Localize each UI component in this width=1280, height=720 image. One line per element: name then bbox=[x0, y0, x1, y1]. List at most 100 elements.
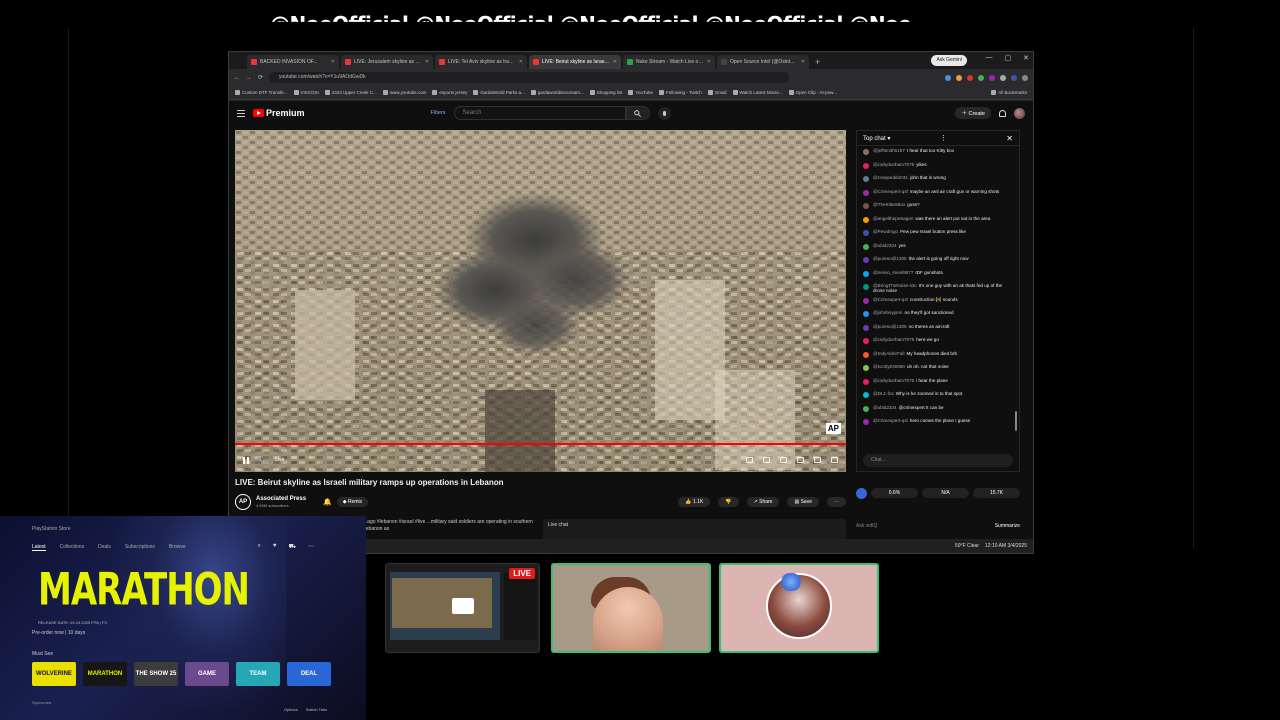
share-button[interactable]: ↗ Share bbox=[746, 497, 780, 507]
extension-icon[interactable] bbox=[956, 74, 962, 81]
ps-tab-collections[interactable]: Collections bbox=[60, 544, 84, 551]
game-tile[interactable]: TEAM bbox=[236, 662, 280, 686]
chat-user-avatar[interactable] bbox=[863, 324, 869, 331]
tab-0[interactable]: BACKED INVASION OF... ✕ bbox=[247, 55, 339, 69]
extension-icon[interactable] bbox=[989, 74, 995, 81]
subtitles-icon[interactable] bbox=[763, 457, 770, 463]
youtube-logo[interactable]: Premium bbox=[253, 108, 305, 118]
bookmark-item[interactable]: Shopping list bbox=[589, 90, 622, 95]
chat-user-avatar[interactable] bbox=[863, 243, 869, 250]
dislike-button[interactable]: 👎 bbox=[718, 497, 739, 507]
url-field[interactable]: youtube.com/watch?v=Y1u9AOdGwDk bbox=[269, 72, 790, 83]
search-input[interactable]: Search bbox=[453, 106, 626, 120]
webcam-tile-guest[interactable] bbox=[719, 563, 879, 653]
chat-message[interactable]: @IndyAlderFall My headphones died brb bbox=[863, 351, 1013, 365]
bookmark-item[interactable]: Following - Twitch bbox=[659, 90, 702, 95]
extension-icon[interactable] bbox=[1011, 74, 1017, 81]
miniplayer-icon[interactable] bbox=[797, 457, 804, 463]
chat-username[interactable]: @johnboyjonn bbox=[873, 310, 902, 315]
bookmark-item[interactable]: esports jersey bbox=[432, 90, 467, 95]
bookmark-item[interactable]: 2323 Upper Creek C... bbox=[324, 90, 377, 95]
chat-scrollbar[interactable] bbox=[1015, 411, 1017, 431]
webcam-tile-streamer[interactable] bbox=[551, 563, 711, 653]
extension-icon[interactable] bbox=[978, 74, 984, 81]
chat-user-avatar[interactable] bbox=[863, 189, 869, 196]
minimize-button[interactable]: — bbox=[986, 54, 993, 62]
chat-user-avatar[interactable] bbox=[863, 419, 869, 425]
chat-message[interactable]: @pureso@1305 the alert is going off right… bbox=[863, 256, 1013, 270]
forward-icon[interactable]: → bbox=[246, 75, 252, 81]
chat-username[interactable]: @carlydunham7075 bbox=[873, 337, 914, 342]
wishlist-heart-icon[interactable]: ♥ bbox=[273, 543, 277, 551]
tab-5[interactable]: Open Source Intel (@Osint... ✕ bbox=[717, 55, 809, 69]
chat-username[interactable]: @angelthepretagen bbox=[873, 216, 913, 221]
back-icon[interactable]: ← bbox=[234, 75, 240, 81]
chat-username[interactable]: @TheKittenBox bbox=[873, 202, 905, 207]
chat-message[interactable]: @Crimexpert-q4l maybe an anti air craft g… bbox=[863, 189, 1013, 203]
pause-button[interactable] bbox=[243, 456, 249, 464]
chat-username[interactable]: @nesso_snesl8877 bbox=[873, 270, 913, 275]
ps-tab-deals[interactable]: Deals bbox=[98, 544, 111, 551]
chat-username[interactable]: @pureso@1305 bbox=[873, 256, 907, 261]
chat-message[interactable]: @cosepeddo031 john that is wrong bbox=[863, 175, 1013, 189]
channel-avatar[interactable]: AP bbox=[235, 494, 251, 510]
game-tile[interactable]: WOLVERINE bbox=[32, 662, 76, 686]
chat-message[interactable]: @jeffsmith6187 I hear that too Kitty box bbox=[863, 148, 1013, 162]
vidiq-icon[interactable] bbox=[856, 487, 867, 499]
voice-search-button[interactable] bbox=[657, 106, 671, 120]
chat-username[interactable]: @ubid2324 bbox=[873, 405, 897, 410]
like-button[interactable]: 👍 1.1K bbox=[678, 497, 711, 507]
chat-username[interactable]: @scotty040660 bbox=[873, 364, 905, 369]
chat-message[interactable]: @DL1-fox Why is he zoomed in to that spot bbox=[863, 391, 1013, 405]
tab-1[interactable]: LIVE: Jerusalem skyline as Isr... ✕ bbox=[341, 55, 433, 69]
maximize-button[interactable]: ▢ bbox=[1005, 54, 1012, 62]
tab-4[interactable]: Nuke Stream - Watch Live on K... ✕ bbox=[623, 55, 715, 69]
theater-mode-icon[interactable] bbox=[814, 457, 821, 463]
ps-tab-subscriptions[interactable]: Subscriptions bbox=[125, 544, 155, 551]
bookmark-item[interactable]: YouTube bbox=[628, 90, 653, 95]
bookmark-item[interactable]: Gmail bbox=[707, 90, 727, 95]
remix-button[interactable]: ◆ Remix bbox=[336, 497, 369, 507]
chat-message[interactable]: @carlydunham7075 here we go bbox=[863, 337, 1013, 351]
chat-message[interactable]: @scotty040660 uh oh. not that noise bbox=[863, 364, 1013, 378]
chat-message[interactable]: @Crimexpert-q4l hero comes the plane I gu… bbox=[863, 418, 1013, 432]
tab-3-active[interactable]: LIVE: Beirut skyline as Israeli... ✕ bbox=[529, 55, 621, 69]
ask-vidiq-input[interactable]: Ask vidIQ bbox=[856, 523, 877, 529]
search-button[interactable] bbox=[625, 106, 650, 120]
bookmark-item[interactable]: www.youtube.com bbox=[382, 90, 426, 95]
clock[interactable]: 12:10 AM 3/4/2025 bbox=[985, 543, 1027, 549]
game-tile[interactable]: THE SHOW 25 bbox=[134, 662, 178, 686]
chat-user-avatar[interactable] bbox=[863, 230, 869, 236]
chat-message[interactable]: @johnboyjonn no they'll got sanctioned bbox=[863, 310, 1013, 324]
chat-username[interactable]: @jeffsmith6187 bbox=[873, 148, 905, 153]
chat-message[interactable]: @angelthepretagen was there an alert put … bbox=[863, 216, 1013, 230]
chat-input[interactable]: Chat... bbox=[863, 454, 1013, 467]
bookmark-item[interactable]: Custom DTF Transfe... bbox=[235, 90, 288, 95]
channel-name[interactable]: Associated Press bbox=[256, 496, 306, 503]
profile-icon[interactable] bbox=[1022, 74, 1028, 81]
create-button[interactable]: ＋ Create bbox=[955, 107, 991, 119]
chat-message[interactable]: @nesso_snesl8877 IDF gunshots bbox=[863, 270, 1013, 284]
chat-user-avatar[interactable] bbox=[863, 378, 869, 385]
search-icon[interactable]: ⌕ bbox=[258, 543, 261, 551]
summarize-button[interactable]: Summarize bbox=[995, 523, 1020, 529]
tab-2[interactable]: LIVE: Tel Aviv skyline as Iran m... ✕ bbox=[435, 55, 527, 69]
chat-username[interactable]: @Crimexpert-q4l bbox=[873, 297, 908, 302]
close-window-button[interactable]: ✕ bbox=[1023, 54, 1029, 62]
fullscreen-icon[interactable] bbox=[831, 457, 838, 463]
chat-user-avatar[interactable] bbox=[863, 297, 869, 304]
all-bookmarks-button[interactable]: All Bookmarks bbox=[991, 90, 1027, 95]
chat-user-avatar[interactable] bbox=[863, 162, 869, 169]
chat-username[interactable]: @DL1-fox bbox=[873, 391, 894, 396]
more-actions-button[interactable]: ⋯ bbox=[827, 497, 846, 507]
top-chat-dropdown[interactable]: Top chat ▾ bbox=[863, 135, 890, 142]
settings-gear-icon[interactable] bbox=[780, 457, 787, 463]
chat-message[interactable]: @Crimexpert-q4l construction 🚧 sounds bbox=[863, 297, 1013, 311]
live-indicator[interactable]: Live bbox=[275, 457, 284, 463]
account-avatar[interactable] bbox=[1014, 107, 1025, 119]
new-tab-button[interactable]: + bbox=[811, 55, 824, 69]
close-chat-icon[interactable]: ✕ bbox=[1006, 134, 1013, 143]
close-tab-icon[interactable]: ✕ bbox=[613, 59, 617, 65]
chat-message[interactable]: @TheKittenBox guss? bbox=[863, 202, 1013, 216]
reload-icon[interactable]: ⟳ bbox=[258, 74, 263, 81]
